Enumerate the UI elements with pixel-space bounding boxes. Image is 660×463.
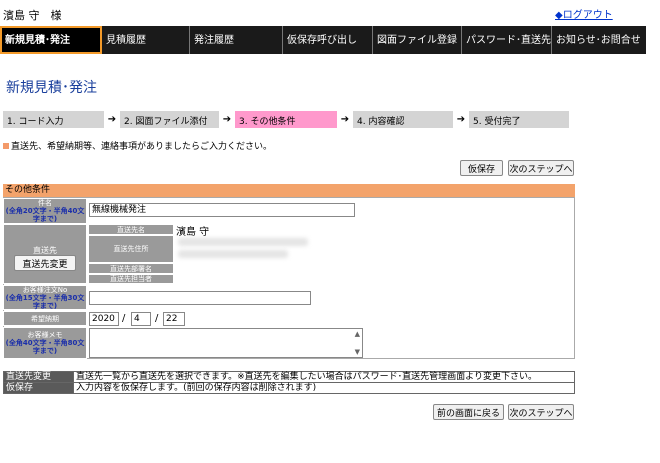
step-5: 5. 受付完了 xyxy=(469,111,569,128)
order-no-label-cell: お客様注文No (全角15文字・半角30文字まで) xyxy=(3,285,87,310)
table-row: 直送先変更 直送先一覧から直送先を選択できます。※直送先を編集したい場合はパスワ… xyxy=(3,371,575,383)
arrow-right-icon: ➔ xyxy=(340,114,350,125)
date-month-input[interactable]: 4 xyxy=(131,312,151,326)
memo-label: お客様メモ xyxy=(27,331,63,339)
nav-order-history[interactable]: 発注履歴 xyxy=(190,26,283,54)
change-dest-button[interactable]: 直送先変更 xyxy=(14,255,76,271)
step-1: 1. コード入力 xyxy=(3,111,104,128)
date-year-input[interactable]: 2020 xyxy=(89,312,119,326)
order-no-hint: (全角15文字・半角30文字まで) xyxy=(5,293,85,310)
nav-temp-recall[interactable]: 仮保存呼び出し xyxy=(283,26,373,54)
step-4: 4. 内容確認 xyxy=(353,111,453,128)
dest-label-cell: 直送先 xyxy=(3,224,87,284)
date-separator: / xyxy=(155,313,159,324)
section-title: その他条件 xyxy=(3,184,575,197)
subject-label-cell: 件名 (全角20文字・半角40文字まで) xyxy=(3,198,87,224)
date-day-input[interactable]: 22 xyxy=(163,312,185,326)
logout-link[interactable]: ◆ログアウト xyxy=(555,6,613,21)
dest-dept-label: 直送先部署名 xyxy=(88,263,174,274)
help-table: 直送先変更 直送先一覧から直送先を選択できます。※直送先を編集したい場合はパスワ… xyxy=(3,371,575,394)
help-value: 入力内容を仮保存します。(前回の保存内容は削除されます) xyxy=(73,382,575,394)
step-indicator: 1. コード入力 ➔ 2. 図面ファイル添付 ➔ 3. その他条件 ➔ 4. 内… xyxy=(3,111,569,128)
notice-text: 直送先、希望納期等、連絡事項がありましたらご入力ください。 xyxy=(11,142,273,152)
subject-hint: (全角20文字・半角40文字まで) xyxy=(5,207,85,223)
order-no-label: お客様注文No xyxy=(22,285,68,294)
main-nav: 新規見積･発注 見積履歴 発注履歴 仮保存呼び出し 図面ファイル登録 パスワード… xyxy=(0,26,646,54)
nav-drawing-register[interactable]: 図面ファイル登録 xyxy=(373,26,462,54)
nav-estimate-history[interactable]: 見積履歴 xyxy=(102,26,190,54)
dest-name-label: 直送先名 xyxy=(88,224,174,235)
step-3: 3. その他条件 xyxy=(235,111,337,128)
step-2: 2. 図面ファイル添付 xyxy=(120,111,219,128)
dest-label: 直送先 xyxy=(33,246,57,255)
help-key: 直送先変更 xyxy=(3,371,74,383)
arrow-right-icon: ➔ xyxy=(456,114,466,125)
memo-textarea[interactable]: ▲ ▼ xyxy=(89,328,363,358)
nav-password-dest[interactable]: パスワード･直送先 xyxy=(462,26,552,54)
next-step-button[interactable]: 次のステップへ xyxy=(508,160,574,176)
dest-name-value: 濱島 守 xyxy=(176,227,210,238)
subject-label: 件名 xyxy=(38,199,52,207)
dest-address-redacted xyxy=(178,238,308,246)
prev-page-button[interactable]: 前の画面に戻る xyxy=(433,404,504,420)
temp-save-button[interactable]: 仮保存 xyxy=(460,160,503,176)
arrow-right-icon: ➔ xyxy=(107,114,117,125)
notice: 直送先、希望納期等、連絡事項がありましたらご入力ください。 xyxy=(3,139,272,152)
scroll-up-icon[interactable]: ▲ xyxy=(355,330,360,338)
scroll-down-icon[interactable]: ▼ xyxy=(355,348,360,356)
help-key: 仮保存 xyxy=(3,382,74,394)
date-label: 希望納期 xyxy=(3,311,87,326)
date-separator: / xyxy=(122,313,126,324)
arrow-right-icon: ➔ xyxy=(222,114,232,125)
user-name: 濱島 守 様 xyxy=(3,9,62,22)
table-row: 仮保存 入力内容を仮保存します。(前回の保存内容は削除されます) xyxy=(3,382,575,394)
nav-news-contact[interactable]: お知らせ･お問合せ xyxy=(552,26,646,54)
subject-input[interactable]: 無線機械発注 xyxy=(89,203,355,217)
memo-label-cell: お客様メモ (全角40文字・半角80文字まで) xyxy=(3,327,87,359)
dest-addr-label: 直送先住所 xyxy=(88,235,174,263)
memo-hint: (全角40文字・半角80文字まで) xyxy=(5,339,85,355)
nav-new-estimate[interactable]: 新規見積･発注 xyxy=(0,26,102,54)
help-value: 直送先一覧から直送先を選択できます。※直送先を編集したい場合はパスワード･直送先… xyxy=(73,371,575,383)
order-no-input[interactable] xyxy=(89,291,311,305)
next-step-button-bottom[interactable]: 次のステップへ xyxy=(508,404,574,420)
dest-address-redacted xyxy=(178,250,288,258)
dest-person-label: 直送先担当者 xyxy=(88,274,174,284)
square-bullet-icon xyxy=(3,142,9,149)
page-title: 新規見積･発注 xyxy=(6,80,97,96)
